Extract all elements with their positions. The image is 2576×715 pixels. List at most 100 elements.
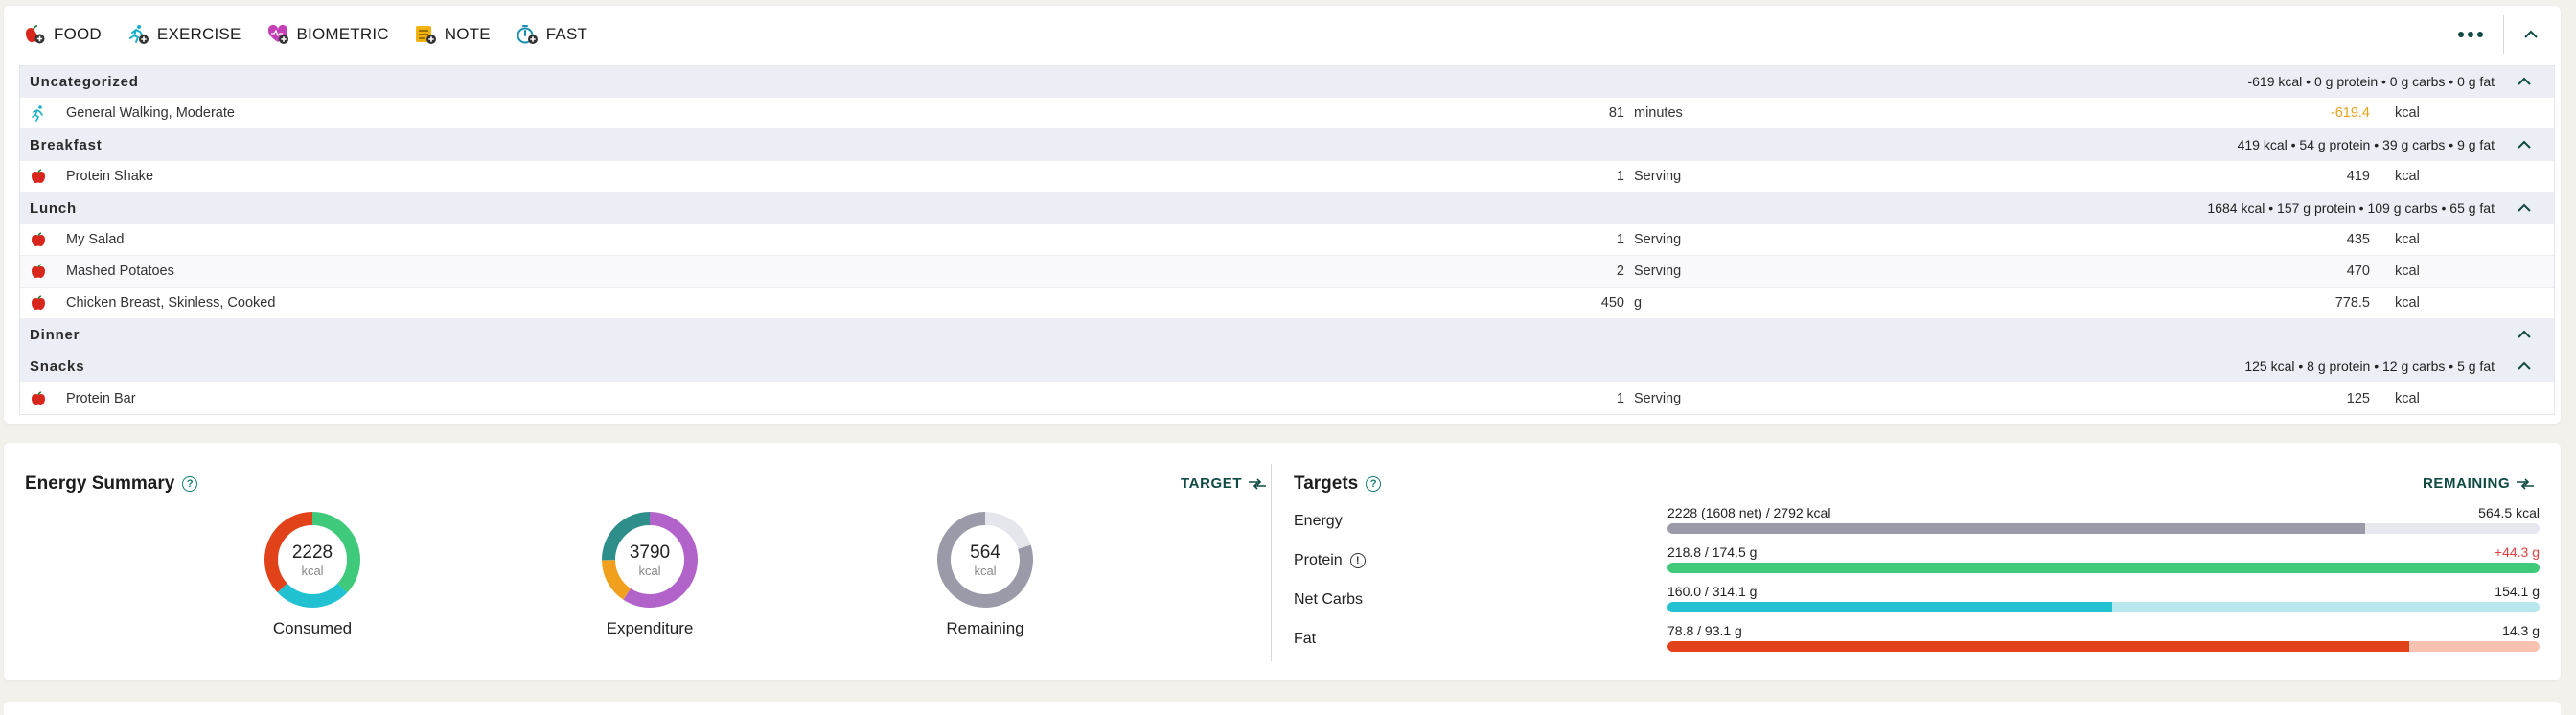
- diary-entry[interactable]: Mashed Potatoes 2 Serving 470 kcal: [20, 256, 2554, 288]
- entry-unit[interactable]: g: [1634, 295, 1642, 311]
- consumed-unit: kcal: [301, 564, 324, 578]
- section-divider: [1271, 464, 1272, 661]
- entry-amount[interactable]: 1: [1617, 391, 1624, 406]
- expenditure-unit: kcal: [638, 564, 661, 578]
- diary-entry[interactable]: My Salad 1 Serving 435 kcal: [20, 224, 2554, 256]
- consumed-donut: 2228 kcal: [263, 510, 362, 610]
- entry-amount[interactable]: 2: [1617, 264, 1624, 279]
- target-bar-energy: [1668, 523, 2540, 534]
- entry-unit[interactable]: Serving: [1634, 264, 1681, 279]
- entry-amount[interactable]: 450: [1601, 295, 1624, 311]
- target-remaining: 14.3 g: [2502, 623, 2540, 638]
- chevron-up-icon[interactable]: [2516, 358, 2533, 375]
- group-name: Breakfast: [30, 136, 103, 153]
- entry-kcal: 419: [2346, 169, 2370, 184]
- entry-name: Protein Bar: [66, 390, 136, 406]
- more-dot-icon: [2458, 32, 2464, 37]
- chevron-up-icon[interactable]: [2516, 199, 2533, 217]
- energy-summary-heading: Energy Summary: [25, 473, 175, 494]
- info-icon[interactable]: !: [1349, 553, 1366, 568]
- expenditure-value: 3790: [629, 542, 671, 563]
- group-header-breakfast[interactable]: Breakfast 419 kcal • 54 g protein • 39 g…: [20, 129, 2554, 161]
- entry-kcal: 778.5: [2334, 295, 2370, 311]
- remaining-toggle-label: REMAINING: [2423, 475, 2511, 492]
- collapse-diary-button[interactable]: [2515, 19, 2547, 50]
- target-value: 218.8 / 174.5 g: [1668, 544, 1758, 560]
- group-name: Dinner: [30, 326, 80, 343]
- diary-entry[interactable]: General Walking, Moderate 81 minutes -61…: [20, 98, 2554, 129]
- target-remaining: 154.1 g: [2495, 584, 2540, 599]
- chevron-up-icon[interactable]: [2516, 136, 2533, 153]
- entry-kcal: 435: [2346, 232, 2370, 247]
- add-note-button[interactable]: NOTE: [414, 23, 491, 46]
- next-panel: [4, 702, 2561, 715]
- entry-name: General Walking, Moderate: [66, 105, 235, 121]
- more-options-button[interactable]: [2453, 21, 2488, 48]
- target-value: 78.8 / 93.1 g: [1668, 623, 1742, 638]
- runner-icon: [32, 105, 43, 122]
- apple-icon: [32, 169, 45, 183]
- target-remaining: 564.5 kcal: [2478, 505, 2540, 520]
- entry-unit[interactable]: Serving: [1634, 391, 1681, 406]
- add-toolbar: FOOD EXERCISE BIOMETRIC NOTE FAST: [23, 17, 587, 52]
- target-value: 2228 (1608 net) / 2792 kcal: [1668, 505, 1831, 520]
- help-icon[interactable]: ?: [182, 476, 198, 492]
- note-add-icon: [415, 26, 436, 44]
- target-bar-fat: [1668, 641, 2540, 652]
- apple-icon: [32, 390, 45, 405]
- entry-kcal: -619.4: [2330, 105, 2370, 121]
- add-biometric-button[interactable]: BIOMETRIC: [266, 23, 389, 46]
- group-header-lunch[interactable]: Lunch 1684 kcal • 157 g protein • 109 g …: [20, 193, 2554, 224]
- target-bar-protein: [1668, 563, 2540, 573]
- consumed-label: Consumed: [272, 619, 353, 637]
- entry-unit[interactable]: Serving: [1634, 232, 1681, 247]
- entry-unit[interactable]: Serving: [1634, 169, 1681, 184]
- target-toggle-label: TARGET: [1181, 475, 1243, 492]
- entry-kcal-unit: kcal: [2395, 390, 2420, 406]
- group-name: Uncategorized: [30, 73, 139, 90]
- add-exercise-label: EXERCISE: [156, 25, 242, 43]
- group-summary: -619 kcal • 0 g protein • 0 g carbs • 0 …: [2247, 74, 2495, 89]
- entry-kcal-unit: kcal: [2395, 105, 2420, 121]
- entry-amount[interactable]: 1: [1617, 232, 1624, 247]
- target-label-net-carbs: Net Carbs: [1294, 591, 1363, 609]
- chevron-up-icon[interactable]: [2516, 73, 2533, 90]
- target-name: Net Carbs: [1294, 591, 1364, 608]
- entry-name: Chicken Breast, Skinless, Cooked: [66, 295, 276, 311]
- target-bar-fill: [1668, 602, 2113, 612]
- group-header-dinner[interactable]: Dinner: [20, 319, 2554, 351]
- target-toggle-button[interactable]: TARGET: [1181, 475, 1267, 492]
- target-bar-net-carbs: [1668, 602, 2540, 612]
- group-header-uncategorized[interactable]: Uncategorized -619 kcal • 0 g protein • …: [20, 66, 2554, 98]
- add-fast-button[interactable]: FAST: [516, 23, 587, 46]
- remaining-toggle-button[interactable]: REMAINING: [2423, 475, 2535, 492]
- entry-name: Mashed Potatoes: [66, 264, 174, 279]
- remaining-unit: kcal: [974, 564, 997, 578]
- entry-amount[interactable]: 1: [1617, 169, 1624, 184]
- expenditure-donut: 3790 kcal: [600, 510, 700, 610]
- target-label-energy: Energy: [1294, 513, 1343, 530]
- diary-entry[interactable]: Chicken Breast, Skinless, Cooked 450 g 7…: [20, 288, 2554, 319]
- entry-unit[interactable]: minutes: [1634, 105, 1683, 121]
- add-exercise-button[interactable]: EXERCISE: [126, 23, 242, 46]
- group-summary: 1684 kcal • 157 g protein • 109 g carbs …: [2207, 200, 2495, 216]
- group-header-snacks[interactable]: Snacks 125 kcal • 8 g protein • 12 g car…: [20, 351, 2554, 382]
- diary-entry[interactable]: Protein Shake 1 Serving 419 kcal: [20, 161, 2554, 193]
- target-label-fat: Fat: [1294, 631, 1316, 648]
- targets-heading: Targets: [1294, 473, 1359, 494]
- swap-arrows-icon: [2517, 477, 2535, 490]
- entry-name: My Salad: [66, 232, 125, 247]
- group-summary: 125 kcal • 8 g protein • 12 g carbs • 5 …: [2244, 358, 2495, 374]
- chevron-up-icon[interactable]: [2516, 326, 2533, 343]
- apple-icon: [32, 264, 45, 278]
- swap-arrows-icon: [1249, 477, 1267, 490]
- group-name: Snacks: [30, 358, 85, 375]
- help-icon[interactable]: ?: [1366, 476, 1382, 492]
- target-name: Fat: [1294, 631, 1317, 647]
- target-bar-fill: [1668, 563, 2540, 573]
- diary-entry[interactable]: Protein Bar 1 Serving 125 kcal: [20, 382, 2554, 414]
- add-fast-label: FAST: [545, 25, 588, 43]
- remaining-donut: 564 kcal: [935, 510, 1035, 610]
- entry-amount[interactable]: 81: [1609, 105, 1624, 121]
- add-food-button[interactable]: FOOD: [23, 23, 102, 46]
